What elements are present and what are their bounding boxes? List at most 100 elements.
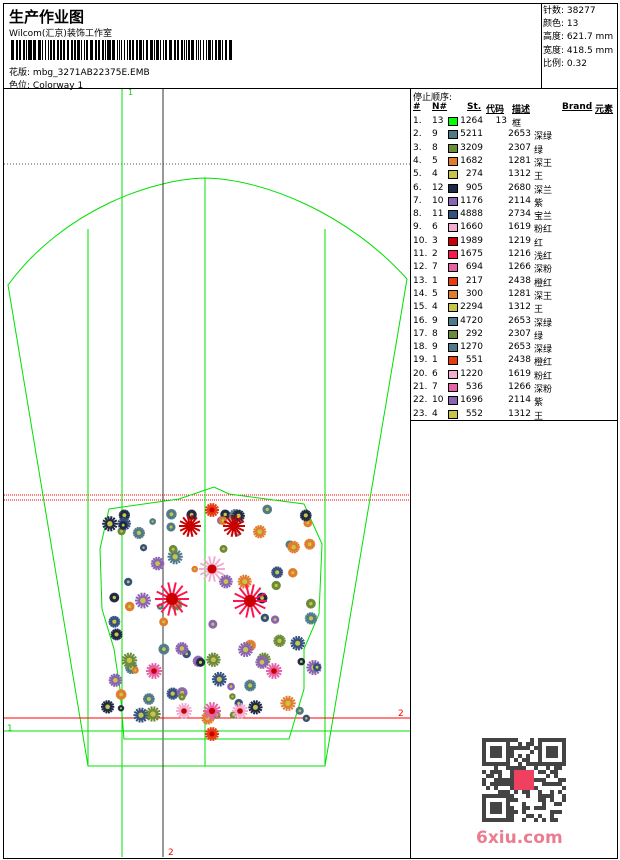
watermark: 6xiu.com [476,828,563,848]
table-row: 10. 3 1989 1219 红 [411,236,619,249]
row-needle: 4 [432,408,438,419]
row-desc: 深兰 [534,185,553,196]
color-swatch [448,156,458,166]
row-stitches: 2294 [460,302,483,313]
row-desc: 框 [512,119,522,129]
pattern-label: 花版: [9,68,31,78]
row-code: 2438 [508,355,531,366]
pattern-file: 花版: mbg_3271AB22375E.EMB [9,65,150,78]
table-row: 7. 10 1176 2114 紫 [411,196,619,209]
color-swatch [448,143,458,153]
row-desc: 王 [534,305,544,316]
embroidery-motif [100,502,322,742]
marker-label-1: 1 [128,89,133,97]
row-code: 2680 [508,182,531,193]
row-desc: 宝兰 [534,212,553,223]
row-desc: 深王 [534,291,553,302]
color-swatch [448,130,458,140]
row-code: 1619 [508,222,531,233]
row-num: 7. [413,195,422,206]
row-needle: 10 [432,395,444,406]
marker-label-2: 2 [168,848,174,857]
row-code: 1312 [508,302,531,313]
row-needle: 5 [432,288,438,299]
row-stitches: 292 [465,328,483,339]
row-stitches: 551 [465,355,483,366]
design-info: 针数: 38277 颜色: 13 高度: 621.7 mm 宽度: 418.5 … [541,3,618,89]
page-title: 生产作业图 [9,8,85,26]
row-stitches: 1696 [460,395,483,406]
row-stitches: 5211 [460,129,483,140]
row-desc: 浅红 [534,252,553,262]
row-code: 2114 [508,195,531,206]
row-needle: 9 [432,315,438,326]
row-num: 6. [413,182,422,193]
col-desc: 描述 [512,105,531,115]
row-desc: 深王 [534,158,553,169]
row-desc: 王 [534,411,544,422]
color-swatch [448,236,458,246]
row-stitches: 1989 [460,235,483,246]
table-row: 8. 11 4888 2734 宝兰 [411,209,619,222]
row-needle: 13 [432,116,444,126]
row-code: 2653 [508,129,531,140]
row-needle: 5 [432,155,438,166]
color-swatch [448,383,458,392]
row-needle: 12 [432,182,444,193]
inner-guides [87,178,326,766]
row-num: 1. [413,116,422,126]
table-row: 6. 12 905 2680 深兰 [411,183,619,196]
table-row: 4. 5 1682 1281 深王 [411,156,619,169]
row-stitches: 3209 [460,142,483,153]
color-swatch [448,369,458,379]
row-needle: 9 [432,129,438,140]
row-num: 20. [413,368,428,379]
row-desc: 紫 [534,198,544,209]
header: 生产作业图 Wilcom(汇京)装饰工作室 花版: mbg_3271AB2237… [3,3,541,91]
row-needle: 11 [432,209,444,220]
table-row: 14. 5 300 1281 深王 [411,289,619,302]
row-num: 16. [413,315,428,326]
row-num: 3. [413,142,422,153]
color-swatch [448,117,458,126]
row-desc: 绿 [534,331,544,342]
table-row: 18. 9 1270 2653 深绿 [411,342,619,355]
row-needle: 9 [432,342,438,353]
color-swatch [448,329,458,339]
color-swatch [448,303,458,313]
row-needle: 4 [432,169,438,180]
row-code: 2438 [508,275,531,286]
row-stitches: 536 [465,382,483,392]
color-swatch [448,210,458,220]
row-needle: 4 [432,302,438,313]
barcode [11,40,233,60]
row-code: 2653 [508,342,531,353]
row-needle: 7 [432,262,438,273]
row-code: 1281 [508,155,531,166]
row-desc: 王 [534,172,544,183]
row-desc: 深绿 [534,345,553,356]
table-row: 13. 1 217 2438 橙红 [411,276,619,289]
table-row: 21. 7 536 1266 深粉 [411,382,619,395]
row-desc: 深绿 [534,318,553,329]
color-swatch [448,396,458,406]
color-swatch [448,289,458,299]
row-code: 1281 [508,288,531,299]
info-stitches: 针数: 38277 [543,6,596,16]
row-stitches: 905 [465,182,483,193]
table-row: 2. 9 5211 2653 深绿 [411,129,619,142]
row-needle: 3 [432,235,438,246]
qr-code [482,738,566,822]
row-stitches: 1264 [460,116,483,126]
row-needle: 1 [432,275,438,286]
design-preview: 1 2 1 2 [4,89,410,857]
row-num: 14. [413,288,428,299]
row-code: 1619 [508,368,531,379]
col-code: 代码 [486,105,505,115]
row-needle: 1 [432,355,438,366]
table-row: 12. 7 694 1266 深粉 [411,262,619,275]
table-row: 15. 4 2294 1312 王 [411,302,619,315]
row-num: 8. [413,209,422,220]
row-needle: 6 [432,368,438,379]
row-code: 2653 [508,315,531,326]
